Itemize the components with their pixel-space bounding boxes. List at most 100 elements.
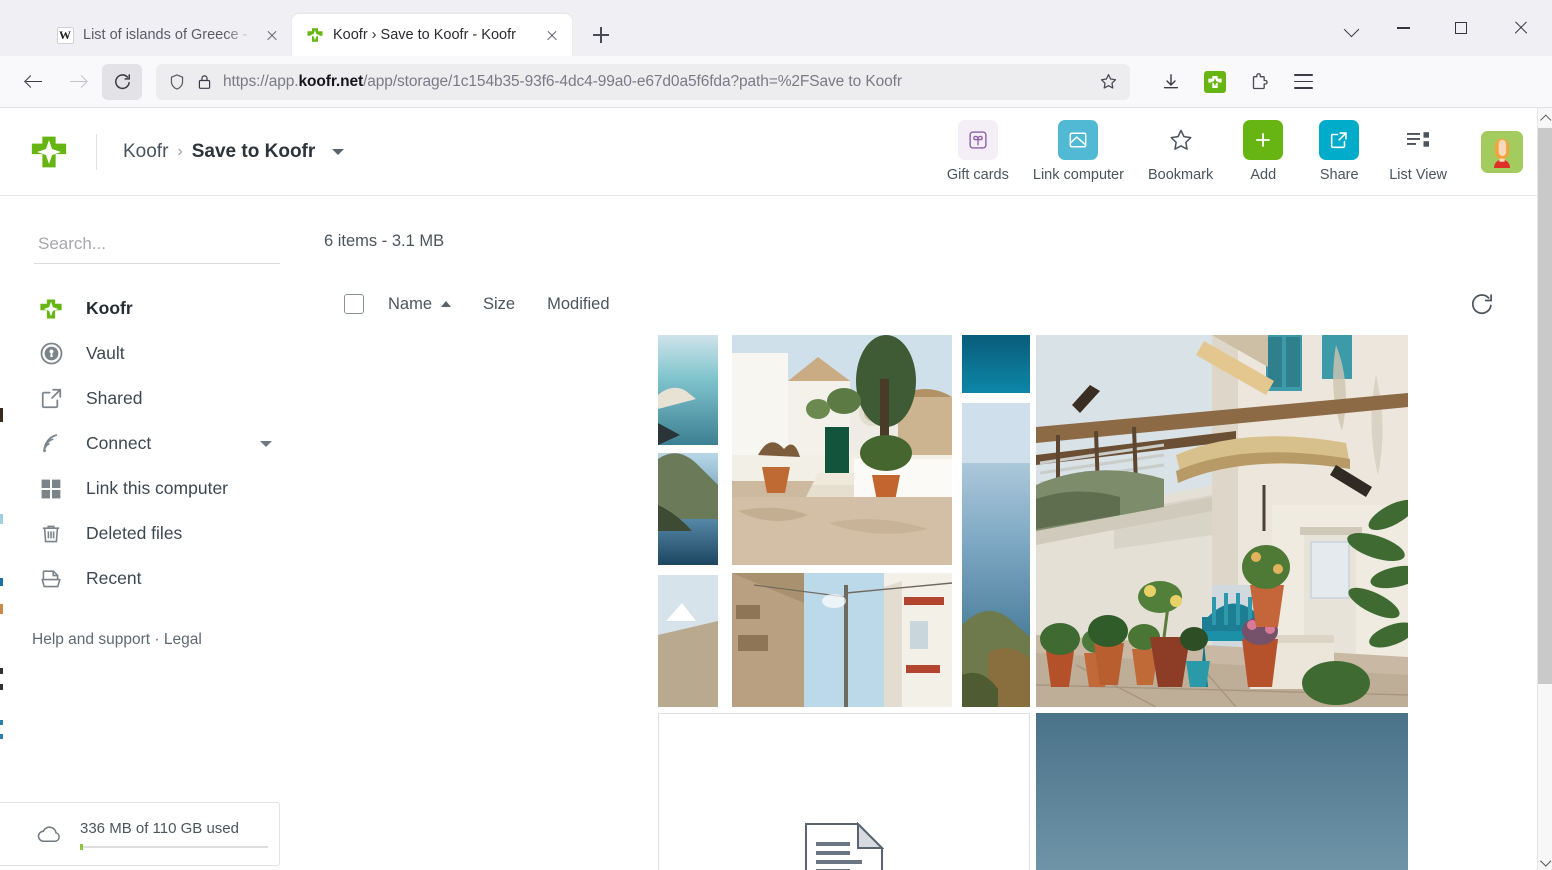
reload-icon[interactable] xyxy=(102,63,142,100)
search-input[interactable] xyxy=(34,230,280,264)
select-all-checkbox[interactable] xyxy=(344,294,364,314)
scroll-up-button[interactable] xyxy=(1538,108,1552,126)
scrollbar-thumb[interactable] xyxy=(1538,128,1552,684)
storage-usage-card[interactable]: 336 MB of 110 GB used xyxy=(0,802,280,866)
browser-navbar: https://app.koofr.net/app/storage/1c154b… xyxy=(0,56,1552,108)
storage-progress-bar xyxy=(80,844,268,850)
add-label: Add xyxy=(1250,166,1277,183)
browser-tab-koofr[interactable]: Koofr › Save to Koofr - Koofr xyxy=(292,14,572,56)
vault-lock-icon xyxy=(38,341,64,367)
recent-icon xyxy=(38,566,64,592)
page-viewport: Koofr › Save to Koofr Gift cards Link co… xyxy=(0,108,1552,870)
sidebar-item-label: Recent xyxy=(86,568,142,588)
page-scrollbar[interactable] xyxy=(1537,108,1552,870)
bookmark-label: Bookmark xyxy=(1147,166,1214,183)
file-grid: List of islands of Greece - Wikipedia.tx… xyxy=(654,329,1552,870)
viewport-left-edge-artifacts xyxy=(0,108,3,870)
plus-icon xyxy=(1243,119,1284,160)
sidebar-item-label: Deleted files xyxy=(86,523,183,543)
koofr-logo-icon[interactable] xyxy=(28,131,70,173)
list-view-icon xyxy=(1398,120,1438,160)
browser-window: W List of islands of Greece - Wikip Koof… xyxy=(0,0,1552,870)
padlock-icon[interactable] xyxy=(197,73,212,91)
scroll-down-button[interactable] xyxy=(1538,852,1552,870)
back-arrow-icon[interactable] xyxy=(14,64,54,100)
sidebar-item-shared[interactable]: Shared xyxy=(0,376,314,421)
sidebar-item-link-this-computer[interactable]: Link this computer xyxy=(0,466,314,511)
add-button[interactable]: Add xyxy=(1225,119,1301,183)
app-menu-icon[interactable] xyxy=(1284,64,1322,100)
grid-squares-icon xyxy=(38,476,64,502)
sidebar-item-label: Connect xyxy=(86,433,152,453)
browser-tabstrip: W List of islands of Greece - Wikip Koof… xyxy=(0,0,1552,56)
koofr-app: Koofr › Save to Koofr Gift cards Link co… xyxy=(0,108,1537,870)
sidebar-item-connect[interactable]: Connect xyxy=(0,421,314,466)
browser-tab-wikipedia[interactable]: W List of islands of Greece - Wikip xyxy=(42,14,292,56)
sidebar-item-deleted-files[interactable]: Deleted files xyxy=(0,511,314,556)
sidebar-item-vault[interactable]: Vault xyxy=(0,331,314,376)
url-text: https://app.koofr.net/app/storage/1c154b… xyxy=(223,72,902,90)
koofr-extension-icon[interactable] xyxy=(1196,64,1234,100)
list-view-label: List View xyxy=(1389,166,1447,183)
cloud-icon xyxy=(36,823,64,845)
sidebar-item-label: Shared xyxy=(86,388,143,408)
sidebar-item-recent[interactable]: Recent xyxy=(0,556,314,601)
breadcrumb-root[interactable]: Koofr xyxy=(123,141,168,163)
storage-text-wrap: 336 MB of 110 GB used xyxy=(80,820,268,850)
bookmark-button[interactable]: Bookmark xyxy=(1136,120,1225,183)
help-and-support-link[interactable]: Help and support xyxy=(32,631,150,648)
close-icon[interactable] xyxy=(1490,0,1552,56)
extensions-puzzle-icon[interactable] xyxy=(1240,64,1278,100)
app-body: Koofr Vault xyxy=(0,196,1537,870)
link-computer-button[interactable]: Link computer xyxy=(1021,119,1136,183)
link-computer-label: Link computer xyxy=(1032,166,1124,183)
file-card-text[interactable]: List of islands of Greece - Wikipedia.tx… xyxy=(658,713,1030,870)
chevron-down-icon[interactable] xyxy=(332,148,345,155)
column-header-name[interactable]: Name xyxy=(388,294,452,314)
forward-arrow-icon xyxy=(58,64,98,100)
text-document-icon xyxy=(804,821,885,870)
thumbnail-windmill-sky xyxy=(1036,713,1408,870)
file-list-header: Name Size Modified xyxy=(314,287,1537,321)
refresh-icon[interactable] xyxy=(1469,291,1495,317)
address-bar[interactable]: https://app.koofr.net/app/storage/1c154b… xyxy=(156,63,1130,100)
tab-list-chevron-down-icon[interactable] xyxy=(1328,0,1374,56)
tracking-shield-icon[interactable] xyxy=(168,73,186,91)
breadcrumb-current[interactable]: Save to Koofr xyxy=(192,141,316,163)
header-actions: Gift cards Link computer Bookmark Add Sh… xyxy=(935,119,1537,184)
new-tab-button[interactable] xyxy=(584,18,618,52)
column-header-size[interactable]: Size xyxy=(483,295,515,314)
avatar-wrapper[interactable] xyxy=(1459,120,1523,184)
breadcrumb-separator: › xyxy=(177,142,183,160)
column-label: Name xyxy=(388,294,433,313)
avatar[interactable] xyxy=(1481,130,1523,173)
legal-link[interactable]: Legal xyxy=(164,631,202,648)
gift-cards-button[interactable]: Gift cards xyxy=(935,119,1021,183)
app-header: Koofr › Save to Koofr Gift cards Link co… xyxy=(0,108,1537,196)
column-header-modified[interactable]: Modified xyxy=(547,295,609,314)
file-browser: 6 items - 3.1 MB Name Size Modified xyxy=(314,196,1537,870)
share-button[interactable]: Share xyxy=(1301,119,1377,183)
close-icon[interactable] xyxy=(262,25,282,45)
star-outline-icon[interactable] xyxy=(1099,72,1118,91)
file-card-image[interactable] xyxy=(658,335,1030,707)
divider xyxy=(96,133,97,170)
sidebar-item-koofr[interactable]: Koofr xyxy=(0,286,314,331)
window-controls xyxy=(1328,0,1552,56)
column-label: Size xyxy=(483,294,516,313)
star-outline-icon xyxy=(1161,120,1201,160)
gift-cards-label: Gift cards xyxy=(946,166,1009,183)
file-card-image[interactable] xyxy=(1036,335,1408,707)
close-icon[interactable] xyxy=(542,25,562,45)
koofr-logo-icon xyxy=(38,296,64,322)
downloads-icon[interactable] xyxy=(1152,64,1190,100)
chevron-down-icon[interactable] xyxy=(260,440,272,447)
maximize-icon[interactable] xyxy=(1432,0,1490,56)
minimize-icon[interactable] xyxy=(1374,0,1432,56)
connect-rss-icon xyxy=(38,431,64,457)
column-label: Modified xyxy=(547,294,610,313)
list-view-button[interactable]: List View xyxy=(1377,120,1459,183)
sidebar-nav: Koofr Vault Shared Connect Link this com… xyxy=(0,286,314,601)
tab-title: List of islands of Greece - Wikip xyxy=(83,27,253,43)
file-card-image[interactable] xyxy=(1036,713,1408,870)
